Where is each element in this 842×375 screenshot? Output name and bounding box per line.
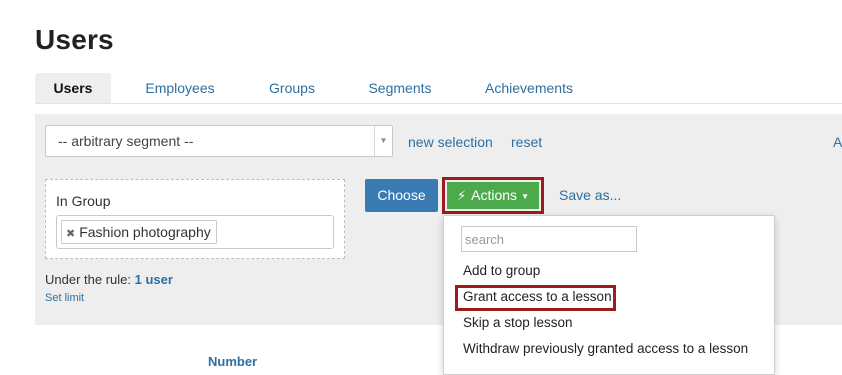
tab-achievements[interactable]: Achievements <box>479 73 579 103</box>
rule-user-count-link[interactable]: 1 user <box>135 272 173 287</box>
lightning-icon: ⚡ <box>457 188 467 203</box>
tab-bar: Users Employees Groups Segments Achievem… <box>35 73 842 104</box>
remove-tag-icon[interactable]: ✖ <box>66 228 75 240</box>
tab-groups[interactable]: Groups <box>259 73 325 103</box>
set-limit-link[interactable]: Set limit <box>45 292 84 304</box>
actions-button[interactable]: ⚡ Actions ▼ <box>447 182 539 209</box>
group-condition-label: In Group <box>56 193 111 209</box>
actions-highlight-outline: ⚡ Actions ▼ <box>442 177 544 214</box>
rule-summary: Under the rule: 1 user <box>45 272 173 287</box>
caret-down-icon: ▼ <box>521 192 529 201</box>
menu-item-add-to-group[interactable]: Add to group <box>463 263 540 278</box>
menu-item-grant-access[interactable]: Grant access to a lesson <box>463 289 612 304</box>
tab-users[interactable]: Users <box>35 73 111 103</box>
segment-select-value: -- arbitrary segment -- <box>58 133 194 149</box>
group-condition-box: In Group ✖ Fashion photography <box>45 179 345 259</box>
page-title: Users <box>35 24 114 55</box>
actions-dropdown-menu: Add to group Grant access to a lesson Sk… <box>443 215 775 375</box>
truncated-link[interactable]: A <box>833 134 842 150</box>
tab-employees[interactable]: Employees <box>136 73 224 103</box>
group-tag-input[interactable]: ✖ Fashion photography <box>56 215 334 249</box>
group-tag-label: Fashion photography <box>79 224 211 240</box>
table-column-header[interactable]: Number <box>208 354 257 369</box>
segment-select[interactable]: -- arbitrary segment -- ▼ <box>45 125 393 157</box>
choose-button[interactable]: Choose <box>365 179 438 212</box>
actions-search-input[interactable] <box>461 226 637 252</box>
dropdown-arrow-icon[interactable]: ▼ <box>374 126 392 156</box>
tab-segments[interactable]: Segments <box>360 73 440 103</box>
reset-link[interactable]: reset <box>511 134 542 150</box>
actions-button-label: Actions <box>471 187 518 203</box>
save-as-link[interactable]: Save as... <box>559 187 621 203</box>
group-tag: ✖ Fashion photography <box>61 220 217 244</box>
rule-prefix: Under the rule: <box>45 272 131 287</box>
menu-item-withdraw-access[interactable]: Withdraw previously granted access to a … <box>463 341 748 356</box>
menu-item-skip-stop-lesson[interactable]: Skip a stop lesson <box>463 315 573 330</box>
new-selection-link[interactable]: new selection <box>408 134 493 150</box>
